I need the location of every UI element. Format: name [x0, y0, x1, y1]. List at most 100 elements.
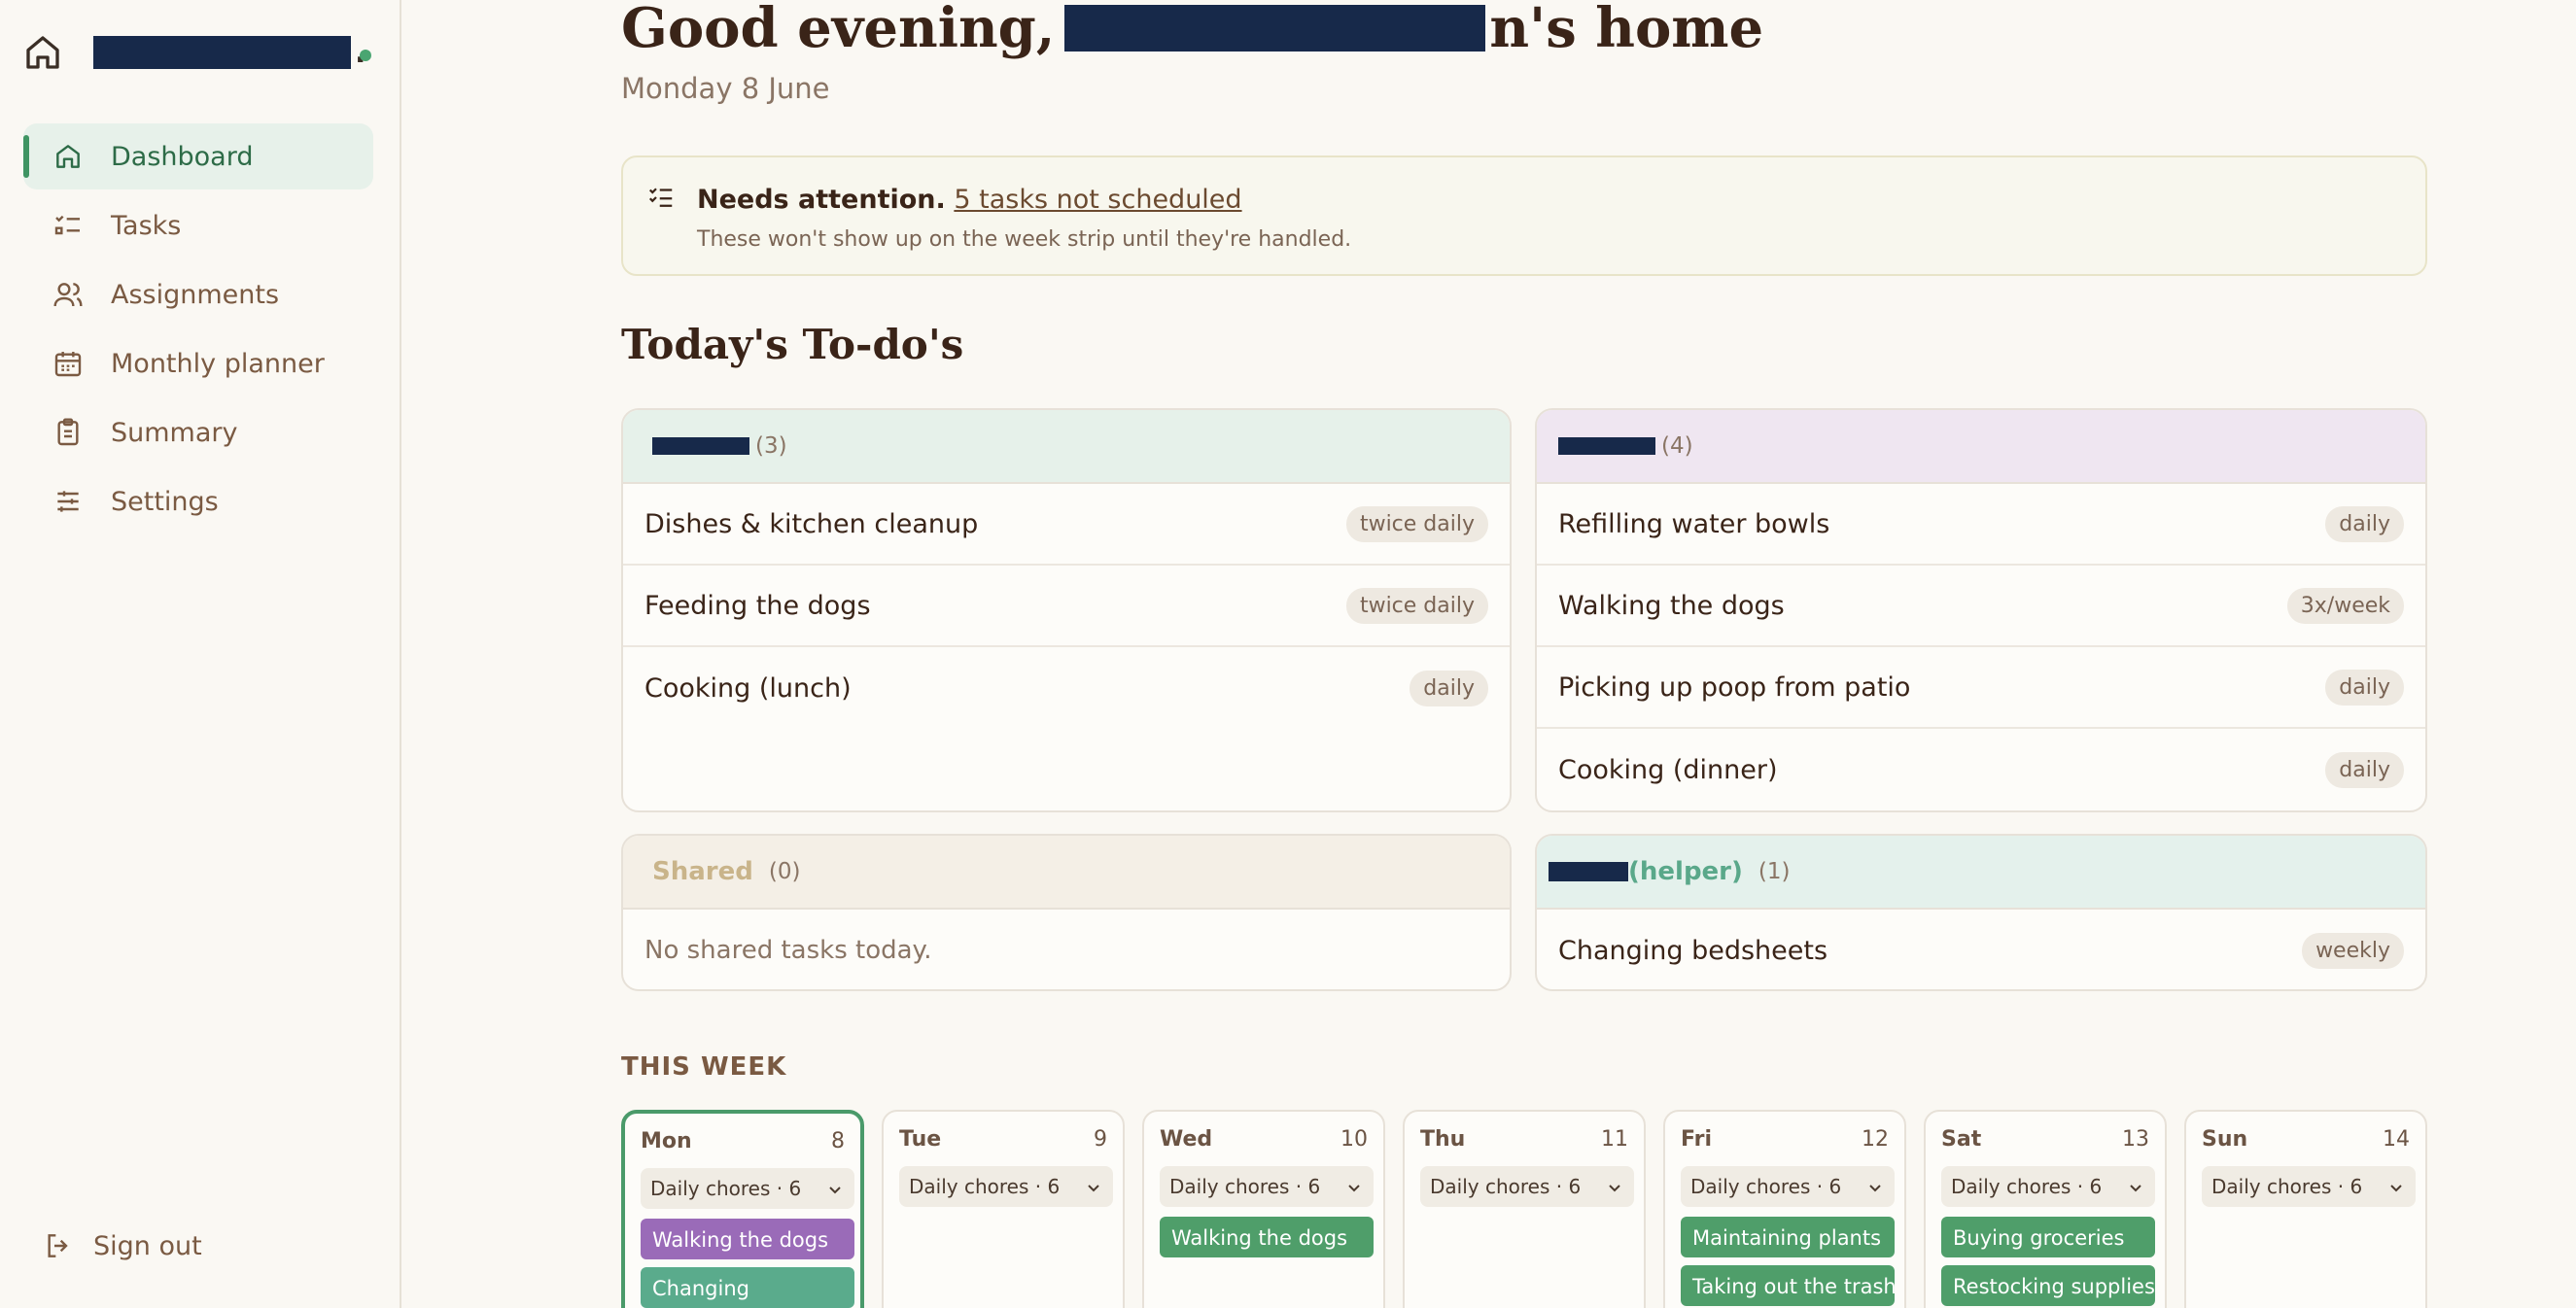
unscheduled-tasks-link[interactable]: 5 tasks not scheduled: [954, 185, 1241, 215]
daily-chores-dropdown[interactable]: Daily chores · 6: [1941, 1166, 2155, 1207]
sidebar-item-monthly-planner[interactable]: Monthly planner: [23, 330, 373, 396]
chores-label: Daily chores · 6: [1690, 1175, 1842, 1198]
chevron-down-icon: [1609, 1185, 1620, 1192]
daily-chores-dropdown[interactable]: Daily chores · 6: [1420, 1166, 1634, 1207]
chores-label: Daily chores · 6: [2211, 1175, 2363, 1198]
day-name: Sat: [1941, 1127, 1982, 1152]
chevron-down-icon: [2130, 1185, 2141, 1192]
task-count: (0): [768, 859, 801, 884]
redacted-person-name: [1549, 862, 1628, 881]
card-header: (4): [1537, 410, 2425, 484]
shared-todo-card: Shared (0) No shared tasks today.: [621, 834, 1512, 991]
day-name: Mon: [641, 1129, 692, 1153]
sign-out-label: Sign out: [93, 1230, 202, 1261]
day-column-sun[interactable]: Sun 14 Daily chores · 6: [2184, 1110, 2427, 1308]
card-header: Shared (0): [623, 836, 1510, 910]
sidebar-item-tasks[interactable]: Tasks: [23, 192, 373, 258]
online-status-dot: [360, 50, 371, 61]
day-column-tue[interactable]: Tue 9 Daily chores · 6: [882, 1110, 1125, 1308]
brand[interactable]: .: [23, 33, 371, 72]
home-icon: [56, 145, 80, 168]
sidebar: . Dashboard Tasks Assignments Monthly pl…: [0, 0, 401, 1308]
frequency-badge: daily: [2325, 669, 2404, 706]
frequency-badge: daily: [1410, 670, 1488, 706]
sidebar-item-label: Settings: [111, 486, 219, 517]
task-row[interactable]: Changing bedsheets weekly: [1537, 910, 2425, 989]
daily-chores-dropdown[interactable]: Daily chores · 6: [641, 1168, 854, 1209]
helper-todo-card: (helper) (1) Changing bedsheets weekly: [1535, 834, 2427, 991]
sidebar-item-label: Assignments: [111, 279, 280, 310]
task-chip[interactable]: Taking out the trash: [1681, 1265, 1895, 1306]
day-number: 10: [1340, 1127, 1368, 1152]
sign-out-button[interactable]: Sign out: [43, 1230, 202, 1261]
task-chip[interactable]: Maintaining plants: [1681, 1217, 1895, 1257]
task-name: Dishes & kitchen cleanup: [644, 508, 979, 539]
card-header: (helper) (1): [1537, 836, 2425, 910]
day-column-fri[interactable]: Fri 12 Daily chores · 6 Maintaining plant…: [1663, 1110, 1906, 1308]
day-number: 9: [1094, 1127, 1107, 1152]
sidebar-item-dashboard[interactable]: Dashboard: [23, 123, 373, 189]
daily-chores-dropdown[interactable]: Daily chores · 6: [1160, 1166, 1374, 1207]
chevron-down-icon: [829, 1187, 841, 1194]
attention-title: Needs attention. 5 tasks not scheduled: [697, 185, 1242, 215]
task-count: (3): [755, 433, 787, 459]
sidebar-item-label: Dashboard: [111, 141, 254, 172]
calendar-icon: [54, 352, 82, 377]
frequency-badge: twice daily: [1345, 505, 1488, 542]
task-row[interactable]: Cooking (lunch) daily: [623, 647, 1510, 729]
day-column-thu[interactable]: Thu 11 Daily chores · 6: [1403, 1110, 1646, 1308]
sidebar-item-summary[interactable]: Summary: [23, 399, 373, 465]
task-name: Changing bedsheets: [1558, 935, 1828, 966]
sidebar-item-assignments[interactable]: Assignments: [23, 261, 373, 327]
day-column-mon[interactable]: Mon 8 Daily chores · 6 Walking the dogs C…: [621, 1110, 864, 1308]
current-date: Monday 8 June: [621, 72, 830, 105]
task-name: Cooking (lunch): [644, 672, 852, 704]
sidebar-item-label: Monthly planner: [111, 348, 325, 379]
greeting-suffix: n's home: [1489, 0, 1764, 60]
day-column-wed[interactable]: Wed 10 Daily chores · 6 Walking the dogs: [1142, 1110, 1385, 1308]
frequency-badge: daily: [2325, 505, 2404, 542]
home-icon: [26, 36, 59, 69]
redacted-person-name: [652, 437, 749, 455]
card-title: (helper): [1628, 857, 1743, 886]
chevron-down-icon: [1088, 1185, 1099, 1192]
daily-chores-dropdown[interactable]: Daily chores · 6: [2202, 1166, 2416, 1207]
task-chip[interactable]: Buying groceries: [1941, 1217, 2155, 1257]
sidebar-item-settings[interactable]: Settings: [23, 468, 373, 534]
chores-label: Daily chores · 6: [650, 1177, 802, 1200]
day-column-sat[interactable]: Sat 13 Daily chores · 6 Buying groceries …: [1924, 1110, 2167, 1308]
day-name: Sun: [2202, 1127, 2248, 1152]
task-row[interactable]: Dishes & kitchen cleanup twice daily: [623, 484, 1510, 566]
task-chip[interactable]: Walking the dogs: [641, 1219, 854, 1259]
week-label: THIS WEEK: [621, 1052, 787, 1082]
task-row[interactable]: Refilling water bowls daily: [1537, 484, 2425, 566]
day-name: Tue: [899, 1127, 942, 1152]
daily-chores-dropdown[interactable]: Daily chores · 6: [899, 1166, 1113, 1207]
users-icon: [53, 283, 83, 307]
chevron-down-icon: [2390, 1185, 2402, 1192]
day-number: 13: [2122, 1127, 2149, 1152]
todos-title: Today's To-do's: [621, 321, 964, 368]
redacted-user-name: [1064, 5, 1486, 52]
task-row[interactable]: Cooking (dinner) daily: [1537, 729, 2425, 810]
chores-label: Daily chores · 6: [1951, 1175, 2103, 1198]
task-row[interactable]: Walking the dogs 3x/week: [1537, 566, 2425, 647]
frequency-badge: weekly: [2302, 932, 2404, 969]
task-row[interactable]: Feeding the dogs twice daily: [623, 566, 1510, 647]
card-header: (3): [623, 410, 1510, 484]
frequency-badge: twice daily: [1345, 587, 1488, 624]
task-chip[interactable]: Changing: [641, 1267, 854, 1308]
task-row[interactable]: Picking up poop from patio daily: [1537, 647, 2425, 729]
task-name: Cooking (dinner): [1558, 754, 1778, 785]
chores-label: Daily chores · 6: [1169, 1175, 1321, 1198]
daily-chores-dropdown[interactable]: Daily chores · 6: [1681, 1166, 1895, 1207]
attention-heading: Needs attention.: [697, 185, 946, 215]
greeting-prefix: Good evening,: [621, 0, 1056, 60]
sign-out-icon: [48, 1234, 68, 1257]
task-chip[interactable]: Restocking supplies: [1941, 1265, 2155, 1306]
day-number: 11: [1601, 1127, 1628, 1152]
sidebar-item-label: Tasks: [111, 210, 182, 241]
chores-label: Daily chores · 6: [909, 1175, 1061, 1198]
task-chip[interactable]: Walking the dogs: [1160, 1217, 1374, 1257]
sidebar-nav: Dashboard Tasks Assignments Monthly plan…: [23, 123, 373, 537]
